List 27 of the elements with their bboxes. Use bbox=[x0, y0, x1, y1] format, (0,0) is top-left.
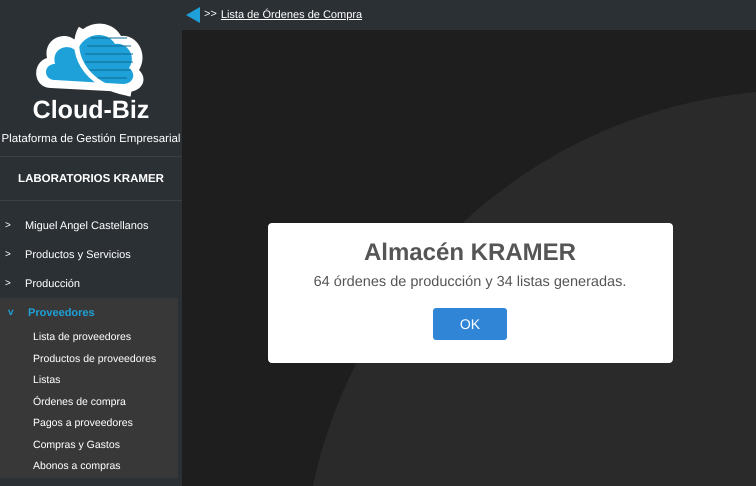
ok-button[interactable]: OK bbox=[433, 308, 507, 340]
submenu-item[interactable]: Compras y Gastos bbox=[0, 434, 178, 456]
brand-tagline: Plataforma de Gestión Empresarial bbox=[2, 132, 180, 146]
brand-name: Cloud-Biz bbox=[32, 96, 150, 124]
submenu-item[interactable]: Productos de proveedores bbox=[0, 348, 178, 370]
dialog-message: 64 órdenes de producción y 34 listas generadas. bbox=[314, 274, 626, 290]
expand-marker: > bbox=[4, 278, 12, 289]
menu-label: Miguel Angel Castellanos bbox=[25, 220, 149, 232]
menu-item[interactable]: v Proveedores bbox=[0, 298, 178, 327]
expand-marker: v bbox=[7, 307, 15, 318]
submenu-item[interactable]: Listas bbox=[0, 370, 178, 392]
menu-item[interactable]: > Producción bbox=[0, 269, 182, 298]
dialog-title: Almacén KRAMER bbox=[364, 239, 576, 267]
expand-marker: > bbox=[4, 220, 12, 231]
menu-label: Productos y Servicios bbox=[25, 248, 131, 260]
menu-label: Proveedores bbox=[28, 306, 95, 318]
menu-label: Producción bbox=[25, 278, 80, 290]
back-arrow-icon[interactable] bbox=[186, 7, 200, 23]
submenu-item[interactable]: Lista de proveedores bbox=[0, 327, 178, 348]
breadcrumb-separator: >> bbox=[204, 8, 217, 20]
menu-item[interactable]: > Miguel Angel Castellanos bbox=[0, 211, 182, 240]
submenu-item[interactable]: Pagos a proveedores bbox=[0, 413, 178, 434]
expand-marker: > bbox=[4, 249, 12, 260]
menu-item[interactable]: > Productos y Servicios bbox=[0, 240, 182, 269]
submenu-item[interactable]: Órdenes de compra bbox=[0, 392, 178, 413]
breadcrumb-link[interactable]: Lista de Órdenes de Compra bbox=[220, 9, 362, 21]
submenu-item[interactable]: Abonos a compras bbox=[0, 456, 178, 478]
